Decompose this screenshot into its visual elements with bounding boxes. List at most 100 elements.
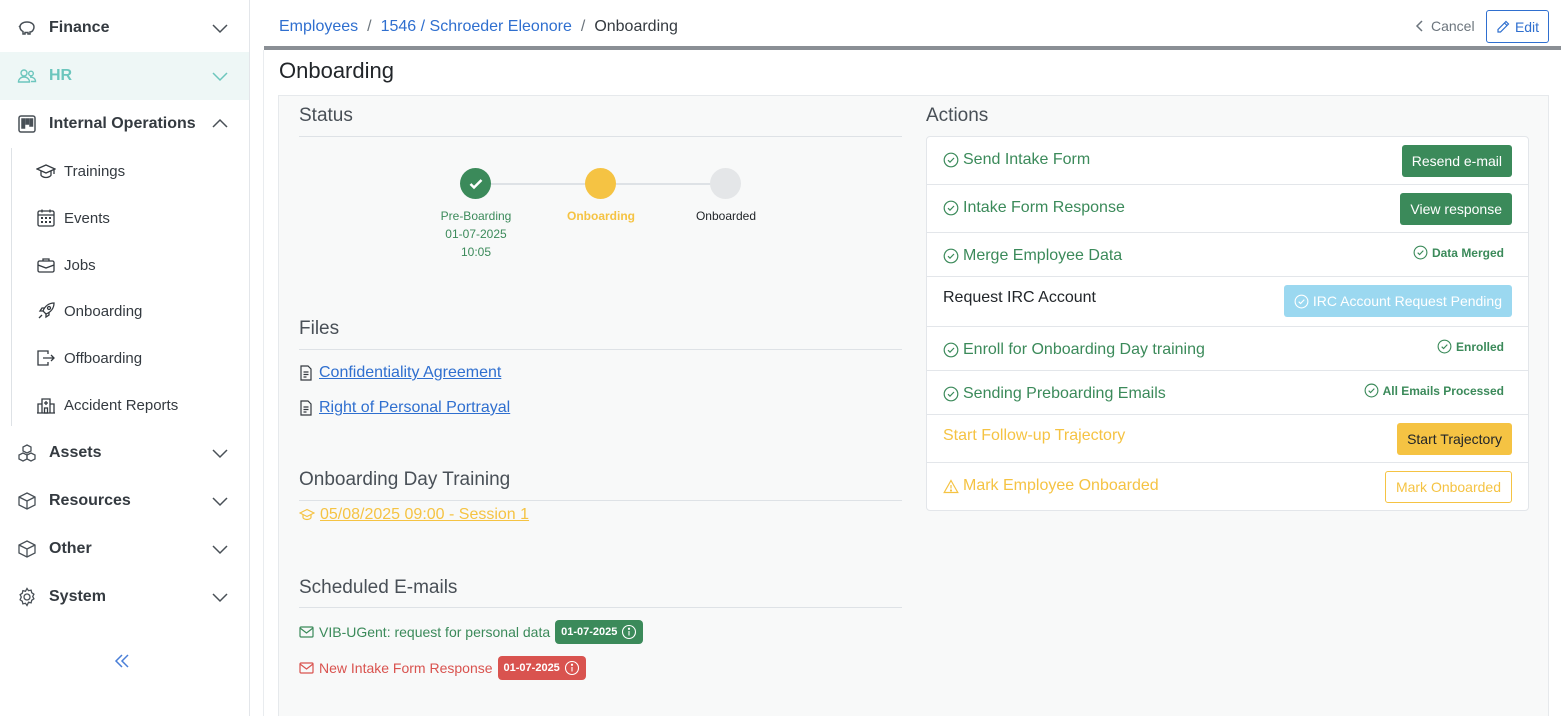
email-date: 01-07-2025 [503,662,560,674]
edit-button[interactable]: Edit [1486,10,1549,43]
file-text-icon [300,400,312,416]
breadcrumb-current: Onboarding [594,18,678,35]
info-icon [622,624,637,640]
sidebar-item-jobs[interactable]: Jobs [36,250,96,280]
action-row-mark-employee-onboarded: Mark Employee Onboarded Mark Onboarded [927,463,1528,510]
sidebar-item-onboarding[interactable]: Onboarding [36,296,142,326]
stepper-connector [616,183,711,185]
nav-group-resources[interactable]: Resources [0,477,249,525]
training-session-link[interactable]: 05/08/2025 09:00 - Session 1 [320,506,529,524]
sidebar-item-label: Accident Reports [64,396,179,414]
irc-button-label: IRC Account Request Pending [1312,293,1502,309]
breadcrumb-separator: / [580,18,586,35]
nav-group-label: Internal Operations [49,115,196,132]
step-onboarding-current [585,168,616,199]
file-link-confidentiality-agreement[interactable]: Confidentiality Agreement [319,364,501,382]
mortarboard-icon [299,508,315,521]
step-label-text: Pre-Boarding [440,209,512,223]
actions-list: Send Intake Form Resend e-mail Intake Fo… [926,136,1529,511]
action-row-sending-preboarding-emails: Sending Preboarding Emails All Emails Pr… [927,371,1528,415]
step-label-text: Onboarding [567,209,635,223]
collapse-sidebar-icon[interactable] [112,651,132,671]
file-text-icon [300,365,312,381]
nav-group-hr[interactable]: HR [0,52,249,100]
action-label: Enroll for Onboarding Day training [943,341,1205,359]
sidebar-item-label: Onboarding [64,302,143,320]
view-response-button[interactable]: View response [1400,193,1512,225]
step-label-onboarded: Onboarded [666,207,786,225]
action-label-text: Mark Employee Onboarded [963,477,1159,494]
check-circle-icon [943,342,959,358]
breadcrumb-link-employee[interactable]: 1546 / Schroeder Eleonore [381,18,572,36]
edit-label: Edit [1514,18,1540,35]
action-label: Mark Employee Onboarded [943,477,1159,495]
check-circle-icon [943,200,959,216]
action-status: Enrolled [1437,339,1504,354]
sidebar-item-accident-reports[interactable]: Accident Reports [36,390,178,420]
cancel-button[interactable]: Cancel [1415,18,1475,34]
sidebar-item-offboarding[interactable]: Offboarding [36,343,142,373]
box-arrow-right-icon [36,348,56,368]
nav-group-label: HR [49,67,73,84]
step-preboarding-done [460,168,491,199]
action-label: Request IRC Account [943,289,1096,307]
action-status: All Emails Processed [1364,383,1504,398]
action-label: Intake Form Response [943,199,1125,217]
action-label-text: Merge Employee Data [963,247,1123,264]
mortarboard-icon [36,161,56,181]
box-icon [16,490,38,512]
nav-group-other[interactable]: Other [0,525,249,573]
nav-group-finance[interactable]: Finance [0,4,249,52]
nav-group-internal-operations[interactable]: Internal Operations [0,100,249,148]
action-label: Send Intake Form [943,151,1090,169]
action-label: Sending Preboarding Emails [943,385,1166,403]
briefcase-icon [36,255,56,275]
training-divider [299,500,902,501]
chevron-left-icon [1415,20,1423,32]
nav-group-system[interactable]: System [0,573,249,621]
scheduled-email-row: VIB-UGent: request for personal data 01-… [299,620,644,644]
action-row-enroll-onboarding-training: Enroll for Onboarding Day training Enrol… [927,327,1528,371]
gear-icon [16,586,38,608]
resend-email-button[interactable]: Resend e-mail [1401,145,1512,177]
action-row-intake-form-response: Intake Form Response View response [927,185,1528,233]
page-title: Onboarding [279,58,394,83]
action-status-text: All Emails Processed [1382,383,1504,398]
nav-group-label: System [49,588,106,605]
boxes-icon [16,442,38,464]
chevron-down-icon [212,497,228,507]
email-label: VIB-UGent: request for personal data [319,624,551,640]
email-date: 01-07-2025 [561,626,618,638]
nav-group-label: Finance [49,19,110,36]
start-trajectory-button[interactable]: Start Trajectory [1397,423,1512,455]
check-icon [469,178,482,189]
action-status-text: Data Merged [1431,245,1504,260]
envelope-icon [299,626,314,638]
rocket-icon [36,301,56,321]
action-label-text: Send Intake Form [963,151,1091,168]
mark-onboarded-button[interactable]: Mark Onboarded [1384,471,1512,503]
sidebar: Finance HR Internal Operations Trainings… [0,0,250,716]
breadcrumb-link-employees[interactable]: Employees [279,18,358,36]
people-icon [16,65,38,87]
sidebar-item-events[interactable]: Events [36,203,110,233]
header-divider [264,46,1561,50]
email-date-badge[interactable]: 01-07-2025 [555,620,644,644]
sidebar-item-trainings[interactable]: Trainings [36,156,125,186]
action-label-text: Intake Form Response [963,199,1125,216]
nav-group-assets[interactable]: Assets [0,429,249,477]
action-row-start-follow-up-trajectory: Start Follow-up Trajectory Start Traject… [927,415,1528,463]
email-date-badge[interactable]: 01-07-2025 [497,656,586,680]
email-label: New Intake Form Response [319,660,493,676]
breadcrumb-separator: / [367,18,372,35]
files-divider [299,349,902,350]
submenu-divider [11,148,12,426]
scheduled-email-row: New Intake Form Response 01-07-2025 [299,656,586,680]
chevron-down-icon [212,72,228,82]
files-section-title: Files [299,318,340,339]
status-section-title: Status [299,105,353,126]
envelope-icon [299,662,314,674]
file-link-right-of-personal-portrayal[interactable]: Right of Personal Portrayal [319,399,510,417]
nav-group-label: Other [49,540,92,557]
irc-account-pending-button[interactable]: IRC Account Request Pending [1283,285,1512,317]
